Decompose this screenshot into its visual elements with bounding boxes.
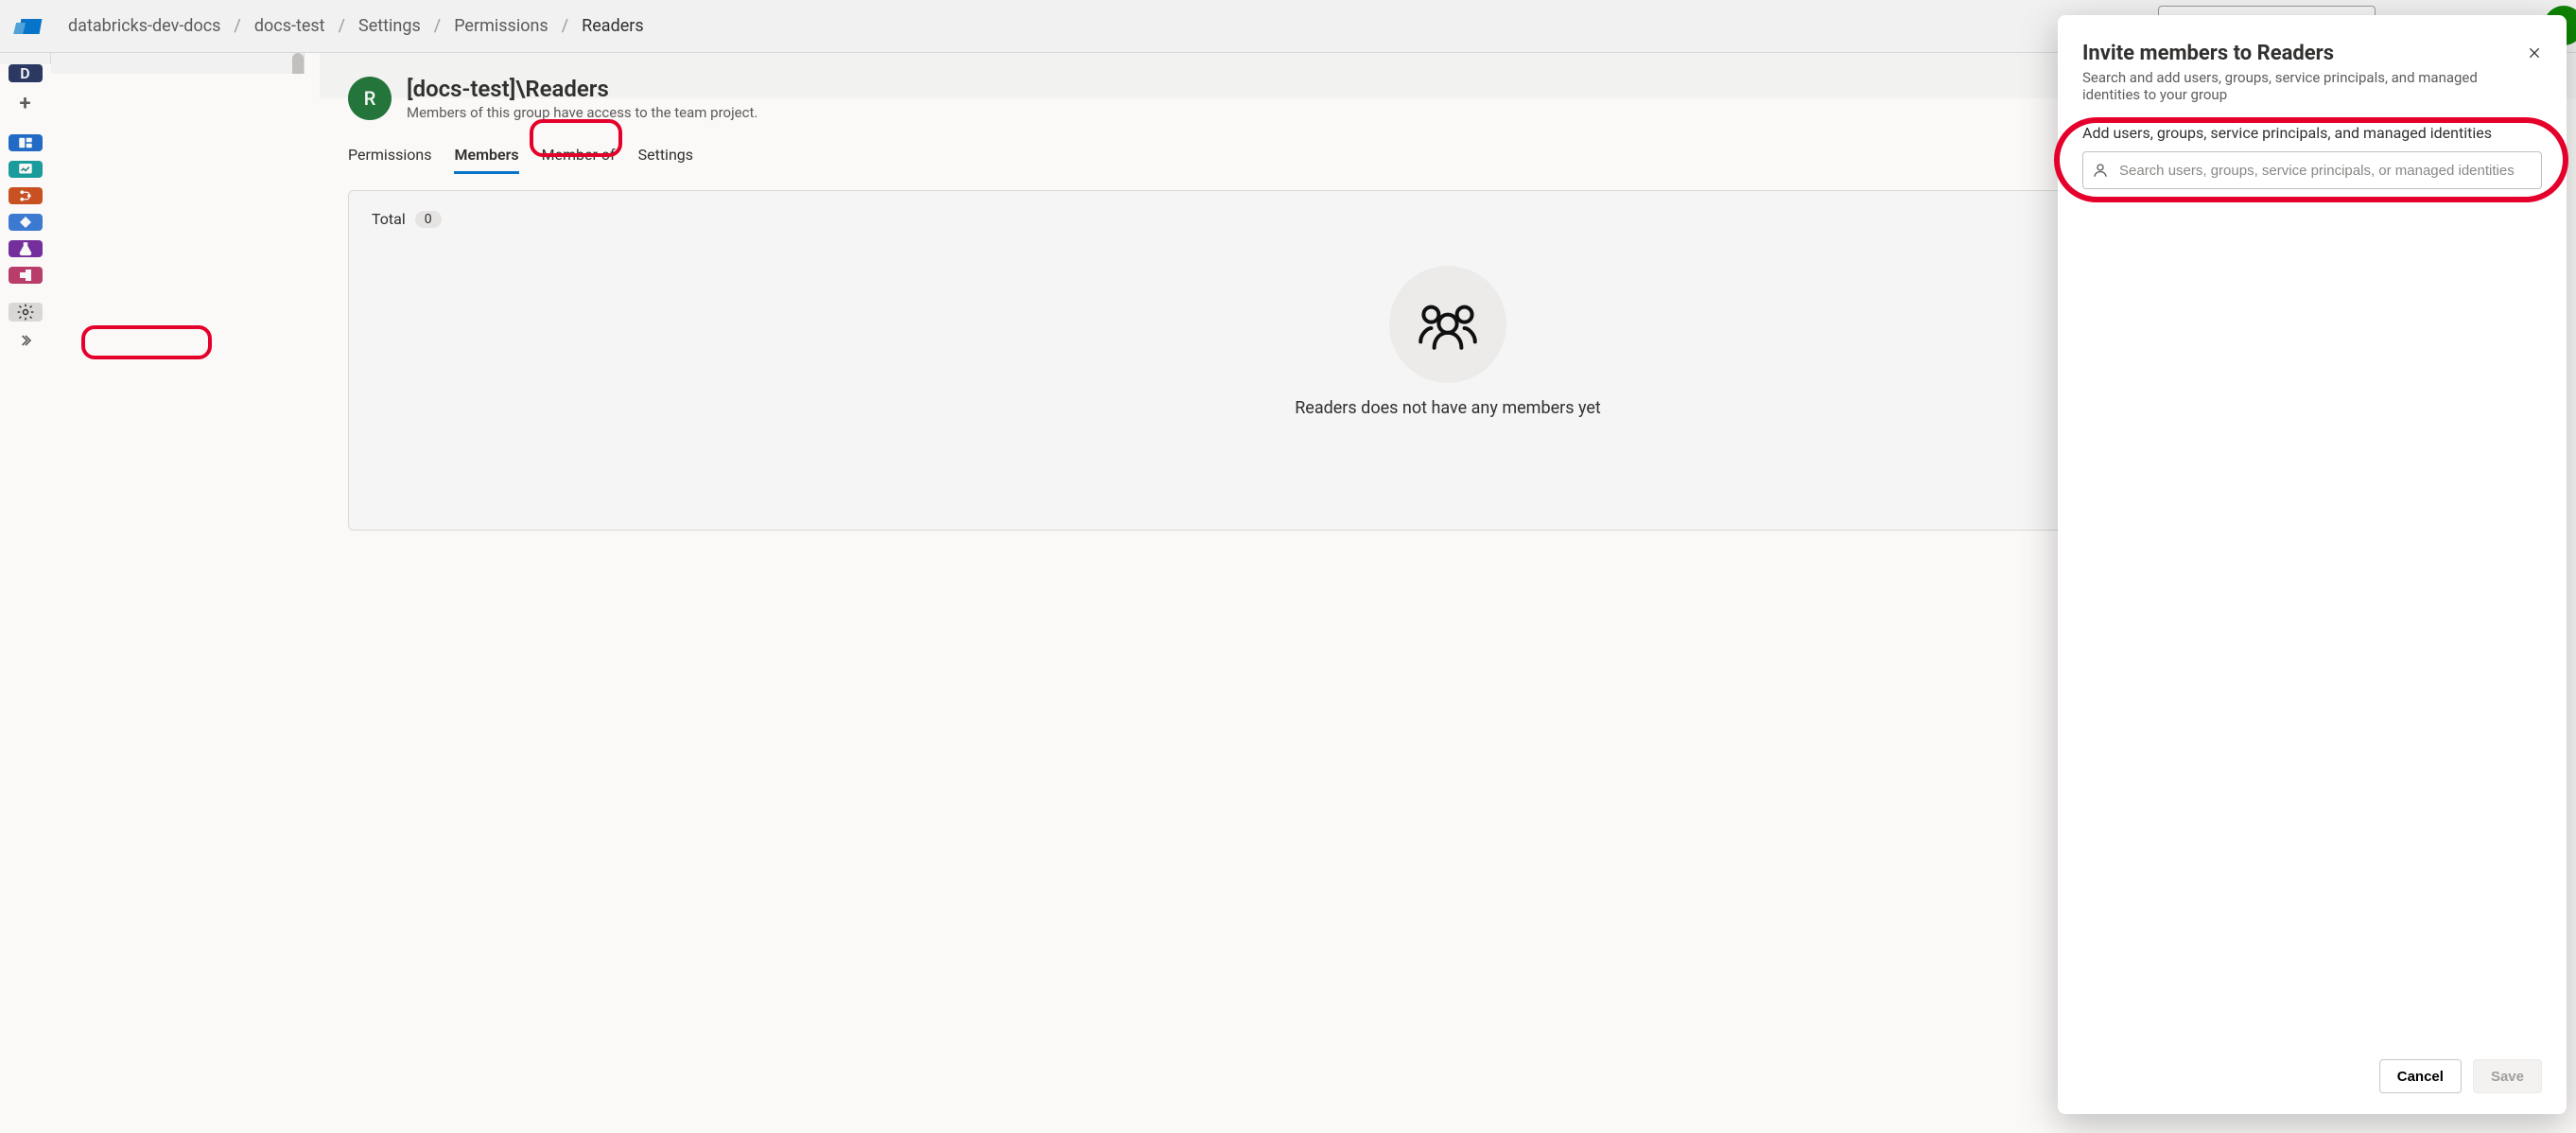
rail-expand-icon[interactable] bbox=[9, 331, 43, 350]
rail-add-icon[interactable]: + bbox=[9, 92, 43, 115]
annotation-ring-permissions bbox=[81, 325, 212, 359]
breadcrumb-settings[interactable]: Settings bbox=[358, 16, 421, 36]
left-rail: D + bbox=[0, 53, 51, 64]
rail-repos-icon[interactable] bbox=[9, 187, 43, 204]
sidebar-scrollbar[interactable] bbox=[292, 53, 304, 74]
breadcrumb-org[interactable]: databricks-dev-docs bbox=[68, 16, 220, 36]
rail-boards-icon[interactable] bbox=[9, 161, 43, 178]
rail-testplans-icon[interactable] bbox=[9, 240, 43, 257]
rail-project-tile[interactable]: D bbox=[9, 64, 43, 82]
flyout-field-label: Add users, groups, service principals, a… bbox=[2082, 124, 2542, 142]
rail-settings-icon[interactable] bbox=[9, 303, 43, 322]
rail-overview-icon[interactable] bbox=[9, 134, 43, 151]
empty-members-text: Readers does not have any members yet bbox=[1295, 398, 1601, 418]
settings-sidebar: Project Settings docs-test General Overv… bbox=[51, 53, 305, 74]
tab-member-of[interactable]: Member of bbox=[542, 138, 616, 173]
invite-members-panel: Invite members to Readers Search and add… bbox=[2058, 15, 2567, 1114]
group-avatar: R bbox=[348, 77, 392, 120]
breadcrumb-sep: / bbox=[234, 16, 240, 36]
flyout-title: Invite members to Readers bbox=[2082, 42, 2542, 65]
tab-members[interactable]: Members bbox=[454, 138, 518, 173]
total-count-badge: 0 bbox=[415, 211, 442, 228]
group-title: [docs-test]\Readers bbox=[407, 76, 757, 102]
breadcrumb-sep: / bbox=[434, 16, 441, 36]
breadcrumb-sep: / bbox=[339, 16, 345, 36]
cancel-button[interactable]: Cancel bbox=[2379, 1059, 2462, 1093]
breadcrumb-sep: / bbox=[562, 16, 568, 36]
total-label: Total bbox=[372, 210, 406, 228]
group-subtitle: Members of this group have access to the… bbox=[407, 104, 757, 121]
breadcrumb-group[interactable]: Readers bbox=[582, 16, 644, 36]
empty-members-icon bbox=[1389, 266, 1506, 383]
save-button[interactable]: Save bbox=[2473, 1059, 2542, 1093]
rail-artifacts-icon[interactable] bbox=[9, 267, 43, 284]
breadcrumb-project[interactable]: docs-test bbox=[254, 16, 325, 36]
person-search-icon bbox=[2092, 162, 2109, 179]
rail-pipelines-icon[interactable] bbox=[9, 214, 43, 231]
azure-devops-icon[interactable] bbox=[15, 11, 45, 42]
breadcrumb-permissions[interactable]: Permissions bbox=[454, 16, 548, 36]
flyout-subtitle: Search and add users, groups, service pr… bbox=[2082, 69, 2498, 103]
invite-search-input[interactable] bbox=[2082, 151, 2542, 189]
tab-settings[interactable]: Settings bbox=[638, 138, 693, 173]
tab-permissions[interactable]: Permissions bbox=[348, 138, 431, 173]
close-icon[interactable] bbox=[2521, 40, 2548, 66]
breadcrumb: databricks-dev-docs / docs-test / Settin… bbox=[68, 16, 644, 36]
